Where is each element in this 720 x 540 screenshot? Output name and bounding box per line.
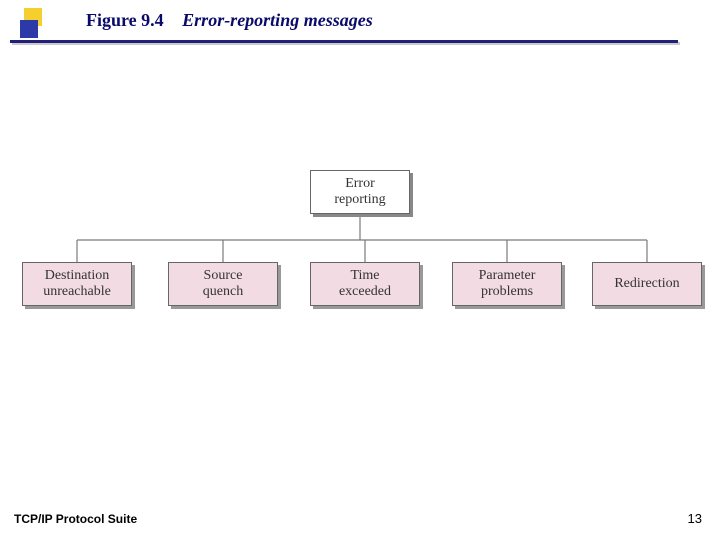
node-source-quench: Sourcequench (168, 262, 278, 306)
node-label: Sourcequench (203, 268, 243, 300)
node-parameter-problems: Parameterproblems (452, 262, 562, 306)
node-time-exceeded: Timeexceeded (310, 262, 420, 306)
node-redirection: Redirection (592, 262, 702, 306)
node-destination-unreachable: Destinationunreachable (22, 262, 132, 306)
node-root-label: Errorreporting (334, 176, 385, 208)
node-label: Redirection (614, 276, 679, 292)
node-label: Timeexceeded (339, 268, 391, 300)
node-label: Destinationunreachable (43, 268, 111, 300)
page-number: 13 (688, 511, 702, 526)
hierarchy-diagram: Errorreporting Destinationunreachable So… (0, 0, 720, 540)
footer-book-title: TCP/IP Protocol Suite (14, 512, 137, 526)
node-label: Parameterproblems (479, 268, 536, 300)
node-root: Errorreporting (310, 170, 410, 214)
